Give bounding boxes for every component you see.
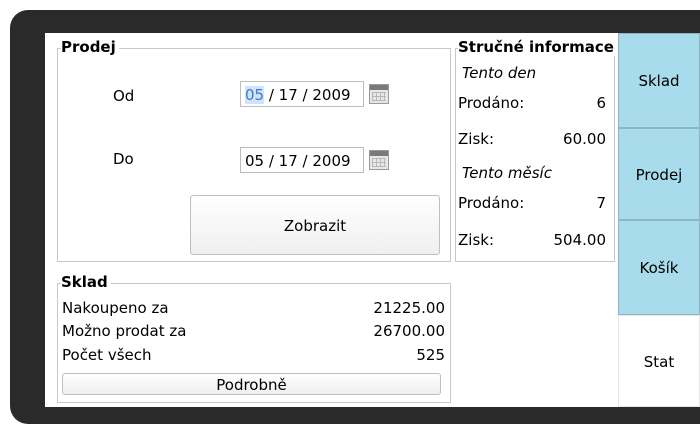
sklad-title: Sklad <box>61 273 111 291</box>
prodej-title: Prodej <box>61 38 119 56</box>
zobrazit-button[interactable]: Zobrazit <box>190 195 440 255</box>
podrobne-button[interactable]: Podrobně <box>62 373 441 395</box>
sklad-row-label: Počet všech <box>62 346 152 364</box>
sklad-row-value: 525 <box>416 346 445 364</box>
sklad-row-value: 21225.00 <box>373 299 445 317</box>
od-label: Od <box>113 87 135 105</box>
month-profit-label: Zisk: <box>458 231 494 249</box>
do-date-field[interactable]: 05 / 17 / 2009 <box>240 147 364 173</box>
calendar-icon[interactable] <box>369 150 389 170</box>
od-date-rest: / 17 / 2009 <box>264 86 351 104</box>
month-profit-value: 504.00 <box>553 231 607 249</box>
today-sold-label: Prodáno: <box>458 94 525 112</box>
today-profit-label: Zisk: <box>458 130 494 148</box>
month-sold-label: Prodáno: <box>458 194 525 212</box>
today-profit-value: 60.00 <box>563 130 606 148</box>
sklad-row-value: 26700.00 <box>373 322 445 340</box>
tab-stat[interactable]: Stat <box>618 315 700 407</box>
tab-prodej[interactable]: Prodej <box>618 128 700 220</box>
today-label: Tento den <box>462 64 537 82</box>
tab-sklad[interactable]: Sklad <box>618 33 700 128</box>
info-title: Stručné informace <box>458 38 617 56</box>
month-sold-value: 7 <box>596 194 606 212</box>
today-sold-value: 6 <box>596 94 606 112</box>
sklad-row-label: Nakoupeno za <box>62 299 169 317</box>
od-month-selected[interactable]: 05 <box>245 86 265 104</box>
month-label: Tento měsíc <box>462 164 552 182</box>
calendar-icon[interactable] <box>369 84 389 104</box>
tab-kosik[interactable]: Košík <box>618 220 700 315</box>
sklad-row-label: Možno prodat za <box>62 322 187 340</box>
od-date-field[interactable]: 05 / 17 / 2009 <box>240 81 364 107</box>
do-label: Do <box>113 150 134 168</box>
